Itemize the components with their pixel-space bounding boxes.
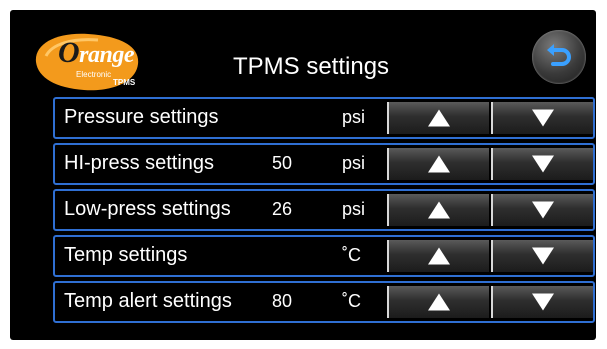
setting-value: 26 xyxy=(272,199,293,219)
back-button[interactable] xyxy=(532,30,586,84)
increase-button[interactable] xyxy=(387,148,489,180)
low-press-settings-row: Low-press settings 26 psi xyxy=(53,189,595,231)
decrease-button[interactable] xyxy=(491,102,593,134)
setting-unit: ˚C xyxy=(342,245,361,265)
pressure-settings-row: Pressure settings psi xyxy=(53,97,595,139)
setting-unit: ˚C xyxy=(342,291,361,311)
increase-button[interactable] xyxy=(387,102,489,134)
logo-first-letter: O xyxy=(58,36,80,69)
return-arrow-icon xyxy=(547,44,571,66)
temp-alert-settings-row: Temp alert settings 80 ˚C xyxy=(53,281,595,323)
logo-subtitle: Electronic xyxy=(76,70,112,79)
tpms-screen: Orange Electronic TPMS TPMS settings Pre… xyxy=(10,10,596,340)
setting-label: Temp alert settings xyxy=(64,290,232,312)
orange-electronic-logo: Orange Electronic TPMS xyxy=(28,26,146,96)
setting-label: HI-press settings xyxy=(64,152,215,174)
logo-word: range xyxy=(79,42,135,68)
up-arrow-icon xyxy=(428,293,450,311)
decrease-button[interactable] xyxy=(491,194,593,226)
setting-label: Temp settings xyxy=(64,244,188,266)
down-arrow-icon xyxy=(532,155,554,173)
up-arrow-icon xyxy=(428,155,450,173)
setting-label: Pressure settings xyxy=(64,106,219,128)
down-arrow-icon xyxy=(532,201,554,219)
decrease-button[interactable] xyxy=(491,286,593,318)
up-arrow-icon xyxy=(428,247,450,265)
decrease-button[interactable] xyxy=(491,148,593,180)
setting-label: Low-press settings xyxy=(64,198,231,220)
increase-button[interactable] xyxy=(387,286,489,318)
down-arrow-icon xyxy=(532,293,554,311)
up-arrow-icon xyxy=(428,109,450,127)
temp-settings-row: Temp settings ˚C xyxy=(53,235,595,277)
logo-badge: TPMS xyxy=(113,78,136,87)
hi-press-settings-row: HI-press settings 50 psi xyxy=(53,143,595,185)
increase-button[interactable] xyxy=(387,240,489,272)
setting-unit: psi xyxy=(342,107,366,127)
decrease-button[interactable] xyxy=(491,240,593,272)
setting-unit: psi xyxy=(342,153,366,173)
setting-unit: psi xyxy=(342,199,366,219)
setting-value: 80 xyxy=(272,291,293,311)
setting-value: 50 xyxy=(272,153,293,173)
increase-button[interactable] xyxy=(387,194,489,226)
up-arrow-icon xyxy=(428,201,450,219)
down-arrow-icon xyxy=(532,247,554,265)
down-arrow-icon xyxy=(532,109,554,127)
page-title: TPMS settings xyxy=(233,53,390,80)
